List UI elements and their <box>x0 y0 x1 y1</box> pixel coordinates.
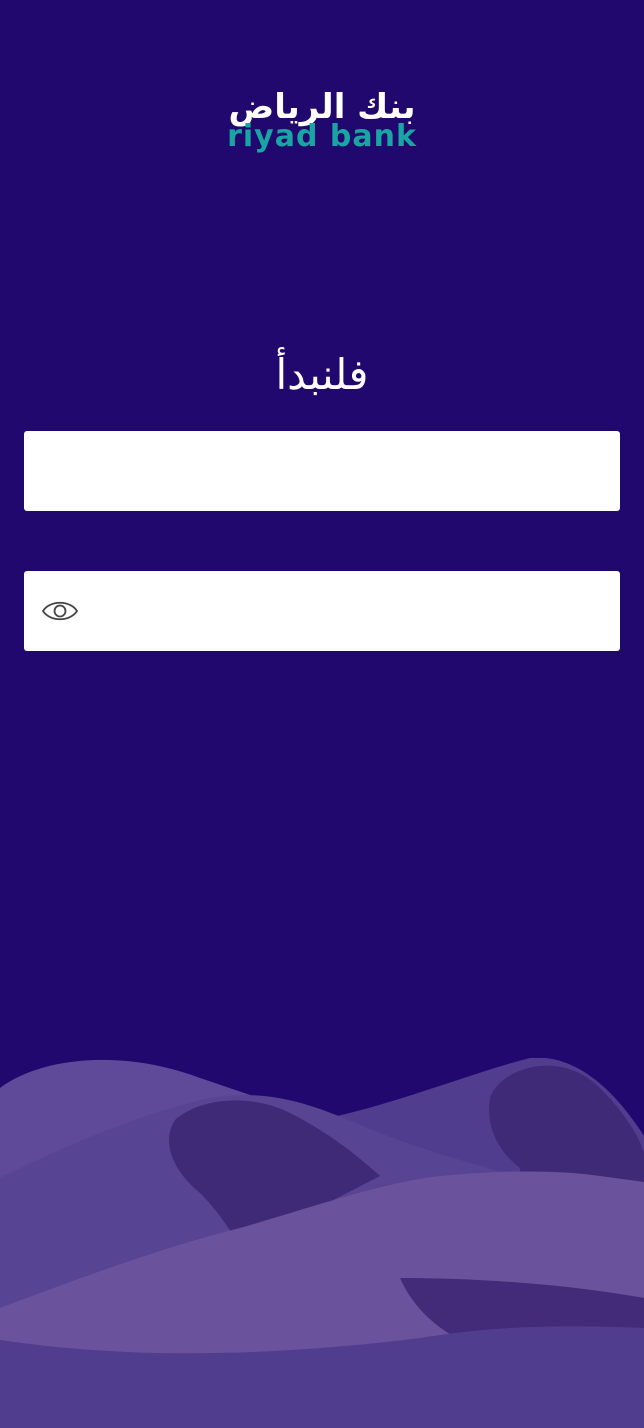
password-input[interactable] <box>24 571 620 651</box>
username-field-container <box>24 431 620 511</box>
riyad-bank-logo: بنك الرياض riyad bank <box>0 88 644 152</box>
username-input[interactable] <box>24 431 620 511</box>
desert-dunes-illustration <box>0 1058 644 1428</box>
page-title: فلنبدأ <box>275 350 369 399</box>
logo-english-text: riyad bank <box>227 119 417 154</box>
password-field-container <box>24 571 620 651</box>
eye-icon[interactable] <box>41 595 79 627</box>
login-screen: بنك الرياض riyad bank فلنبدأ <box>0 0 644 1428</box>
